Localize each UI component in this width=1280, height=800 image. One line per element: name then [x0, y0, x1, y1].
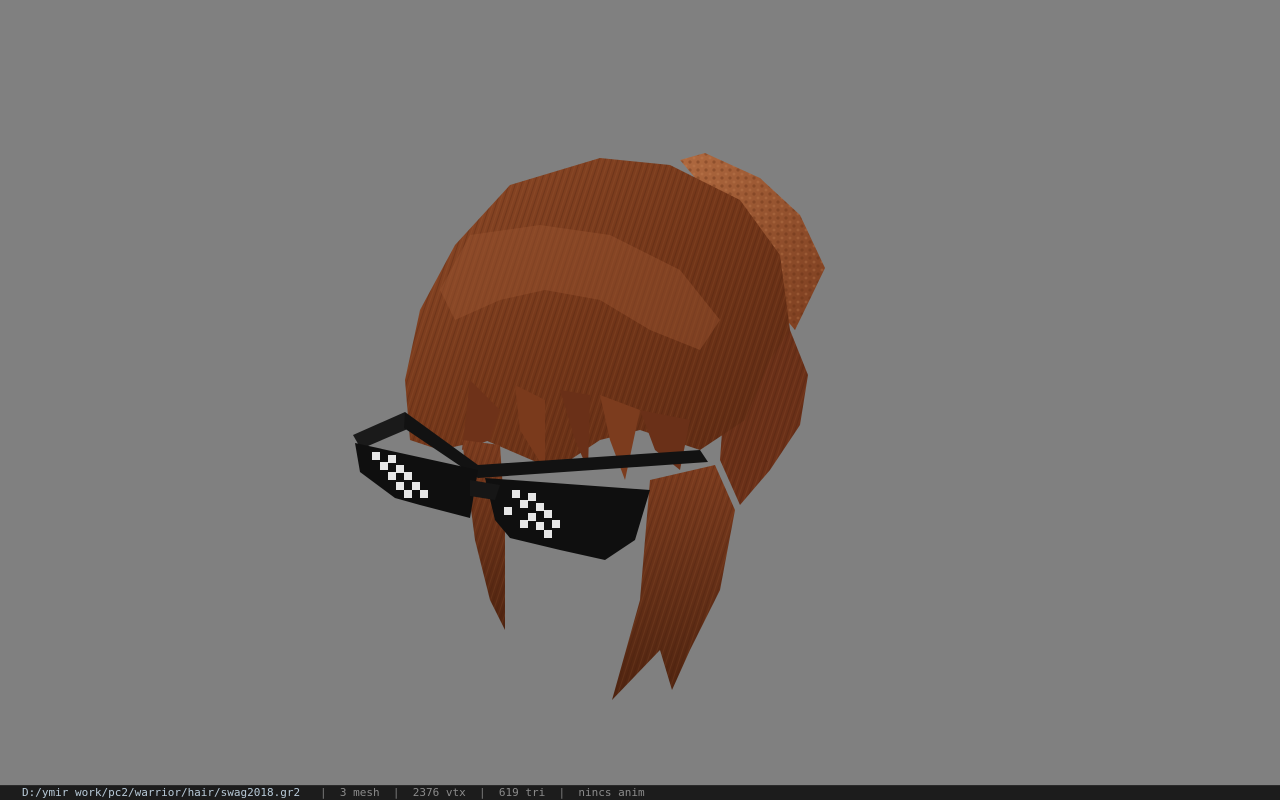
model-render [353, 153, 825, 700]
animation-status: nincs anim [578, 786, 645, 799]
hair-main [405, 158, 790, 470]
separator: | [479, 786, 486, 799]
file-path: D:/ymir work/pc2/warrior/hair/swag2018.g… [22, 786, 301, 799]
3d-viewport[interactable] [0, 0, 1280, 785]
separator: | [392, 786, 400, 799]
separator: | [320, 786, 327, 799]
status-bar: D:/ymir work/pc2/warrior/hair/swag2018.g… [0, 785, 1280, 800]
separator: | [558, 786, 566, 799]
vertex-count: 2376 vtx [412, 786, 466, 799]
mesh-count: 3 mesh [339, 786, 380, 799]
triangle-count: 619 tri [498, 786, 546, 799]
